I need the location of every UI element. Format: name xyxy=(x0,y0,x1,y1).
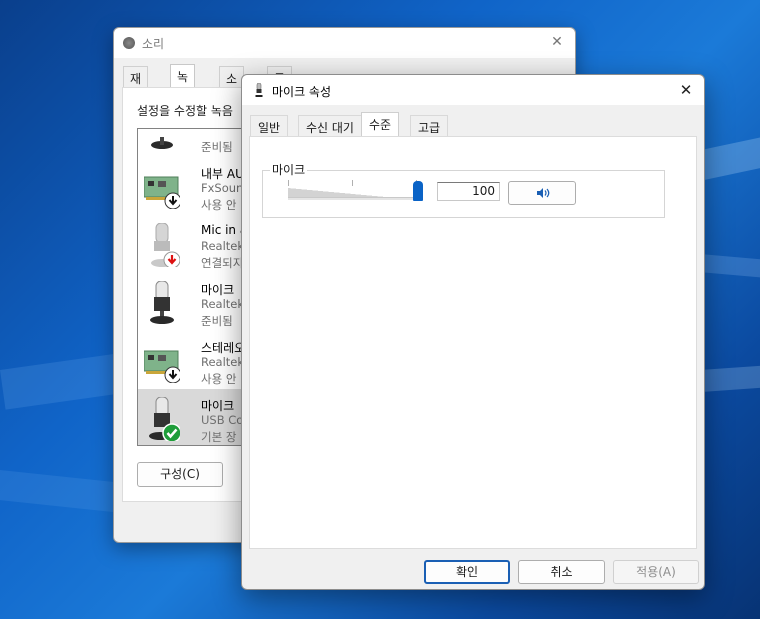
list-item[interactable]: 마이크 USB Co 기본 장 xyxy=(138,389,256,445)
device-name: 마이크 xyxy=(201,399,235,413)
tab-advanced[interactable]: 고급 xyxy=(410,115,449,136)
speaker-icon xyxy=(123,37,135,49)
microphone-properties-titlebar[interactable]: 마이크 속성 ✕ xyxy=(242,75,704,105)
wallpaper-light-beam xyxy=(700,364,760,392)
microphone-icon xyxy=(151,223,180,267)
level-value-field[interactable]: 100 xyxy=(437,182,500,201)
list-item[interactable]: Mic in a Realtek 연결되지 xyxy=(138,215,256,273)
device-driver: FxSoun xyxy=(201,181,244,195)
list-item[interactable]: 준비됨 xyxy=(138,129,256,157)
group-label: 마이크 xyxy=(270,161,308,178)
microphone-icon xyxy=(151,137,173,149)
device-status: 사용 안 xyxy=(201,372,237,386)
list-item[interactable]: 마이크 Realtek 준비됨 xyxy=(138,273,256,331)
device-status: 기본 장 xyxy=(201,430,237,444)
ok-button[interactable]: 확인 xyxy=(424,560,510,584)
slider-thumb[interactable] xyxy=(413,181,423,201)
microphone-icon xyxy=(255,83,263,97)
device-driver: USB Co xyxy=(201,413,244,427)
device-name: 스테레오 xyxy=(201,341,246,355)
sound-window-titlebar[interactable]: 소리 ✕ xyxy=(114,28,575,58)
list-item[interactable]: 스테레오 Realtek 사용 안 xyxy=(138,331,256,389)
levels-panel: 마이크 100 xyxy=(249,136,697,549)
slider-tick xyxy=(288,180,289,186)
speaker-icon xyxy=(537,188,550,198)
device-status: 사용 안 xyxy=(201,198,237,212)
level-slider[interactable] xyxy=(288,188,418,200)
apply-button[interactable]: 적용(A) xyxy=(613,560,699,584)
sound-window-title: 소리 xyxy=(142,37,165,51)
recording-description: 설정을 수정할 녹음 xyxy=(137,104,233,118)
device-status: 준비됨 xyxy=(201,314,233,328)
properties-tabs: 일반 수신 대기 수준 고급 xyxy=(250,112,698,137)
slider-tick xyxy=(352,180,353,186)
microphone-icon xyxy=(150,281,174,324)
device-driver: Realtek xyxy=(201,239,245,253)
wallpaper-light-beam xyxy=(0,470,130,514)
sound-card-icon xyxy=(144,350,180,383)
device-status: 준비됨 xyxy=(201,140,233,154)
close-icon[interactable]: ✕ xyxy=(547,32,567,52)
tab-recording[interactable]: 녹음 xyxy=(170,64,196,101)
device-driver: Realtek xyxy=(201,297,245,311)
list-item[interactable]: 내부 AU FxSoun 사용 안 xyxy=(138,157,256,215)
tab-general[interactable]: 일반 xyxy=(250,115,289,136)
close-icon[interactable]: ✕ xyxy=(676,80,696,100)
device-name: 마이크 xyxy=(201,283,235,297)
tab-levels[interactable]: 수준 xyxy=(361,112,400,137)
window-title: 마이크 속성 xyxy=(272,85,332,99)
configure-button[interactable]: 구성(C) xyxy=(137,462,223,487)
sound-card-icon xyxy=(144,176,180,209)
slider-track xyxy=(288,197,418,200)
device-status: 연결되지 xyxy=(201,256,244,270)
device-driver: Realtek xyxy=(201,355,245,369)
tab-listen[interactable]: 수신 대기 xyxy=(298,115,362,136)
cancel-button[interactable]: 취소 xyxy=(518,560,605,584)
microphone-properties-window[interactable]: 마이크 속성 ✕ 일반 수신 대기 수준 고급 마이크 100 확인 취소 적용… xyxy=(241,74,705,590)
tab-playback[interactable]: 재생 xyxy=(123,66,149,103)
recording-device-list[interactable]: 준비됨 내부 AU FxSoun 사용 안 Mic in a Realtek 연… xyxy=(137,128,257,446)
device-name: 내부 AU xyxy=(201,167,244,181)
mute-button[interactable] xyxy=(508,181,576,205)
usb-microphone-icon xyxy=(149,397,180,441)
